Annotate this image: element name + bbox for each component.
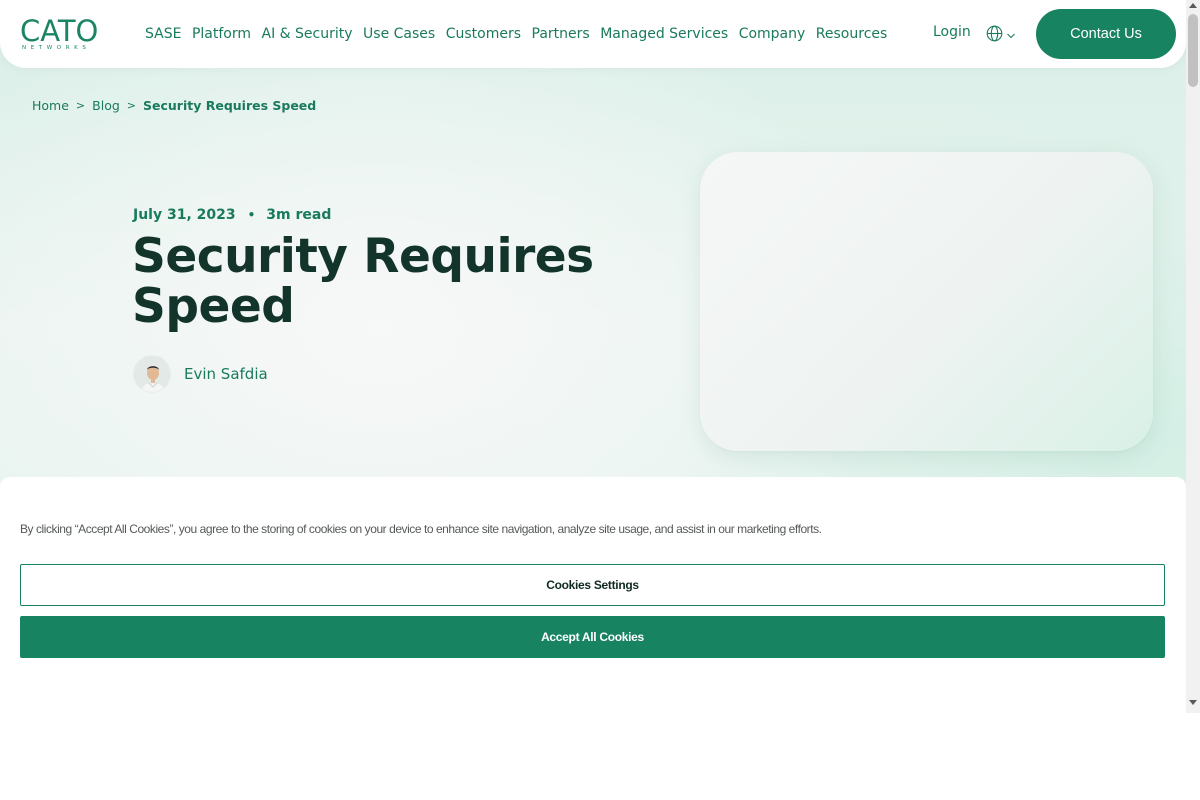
breadcrumb-current: Security Requires Speed <box>143 98 317 113</box>
read-time: 3m read <box>266 207 332 223</box>
nav-partners[interactable]: Partners <box>532 26 590 42</box>
cookie-banner: By clicking “Accept All Cookies”, you ag… <box>0 477 1186 713</box>
nav-platform[interactable]: Platform <box>192 26 251 42</box>
article-title: Security Requires Speed <box>132 229 594 334</box>
globe-icon <box>986 25 1003 47</box>
nav-ai-security[interactable]: AI & Security <box>262 26 353 42</box>
meta-separator-dot: • <box>247 208 256 222</box>
page-scrollbar[interactable] <box>1186 0 1200 713</box>
login-link[interactable]: Login <box>933 24 971 40</box>
logo-subtext: NETWORKS <box>22 45 91 51</box>
logo-text: CATO <box>20 14 99 48</box>
author-avatar <box>133 355 171 393</box>
nav-managed-services[interactable]: Managed Services <box>600 26 728 42</box>
scroll-down-arrow-icon[interactable] <box>1189 700 1197 705</box>
contact-us-button[interactable]: Contact Us <box>1036 9 1176 59</box>
nav-company[interactable]: Company <box>739 26 806 42</box>
breadcrumb-separator: > <box>75 99 86 112</box>
breadcrumb-home[interactable]: Home <box>32 98 69 113</box>
nav-customers[interactable]: Customers <box>446 26 521 42</box>
nav-use-cases[interactable]: Use Cases <box>363 26 435 42</box>
site-header: CATO NETWORKS SASE Platform AI & Securit… <box>0 0 1186 68</box>
scrollbar-thumb[interactable] <box>1188 14 1198 87</box>
nav-sase[interactable]: SASE <box>145 26 181 42</box>
cookies-settings-button[interactable]: Cookies Settings <box>20 564 1165 606</box>
breadcrumb: Home > Blog > Security Requires Speed <box>32 98 316 113</box>
page-viewport: CATO NETWORKS SASE Platform AI & Securit… <box>0 0 1186 713</box>
chevron-down-icon <box>1006 27 1016 45</box>
cookie-consent-text: By clicking “Accept All Cookies”, you ag… <box>20 522 822 536</box>
hero-image-card <box>700 152 1153 451</box>
cato-networks-logo[interactable]: CATO NETWORKS <box>20 14 99 51</box>
main-nav: SASE Platform AI & Security Use Cases Cu… <box>145 0 898 68</box>
article-date: July 31, 2023 <box>133 207 236 223</box>
breadcrumb-blog[interactable]: Blog <box>92 98 120 113</box>
scroll-up-arrow-icon[interactable] <box>1189 3 1197 8</box>
nav-resources[interactable]: Resources <box>816 26 888 42</box>
author-name: Evin Safdia <box>184 365 268 383</box>
breadcrumb-separator: > <box>126 99 136 112</box>
language-selector[interactable] <box>986 25 1016 47</box>
article-meta: July 31, 2023 • 3m read <box>133 207 331 223</box>
author-link[interactable]: Evin Safdia <box>133 355 268 393</box>
accept-all-cookies-button[interactable]: Accept All Cookies <box>20 616 1165 658</box>
